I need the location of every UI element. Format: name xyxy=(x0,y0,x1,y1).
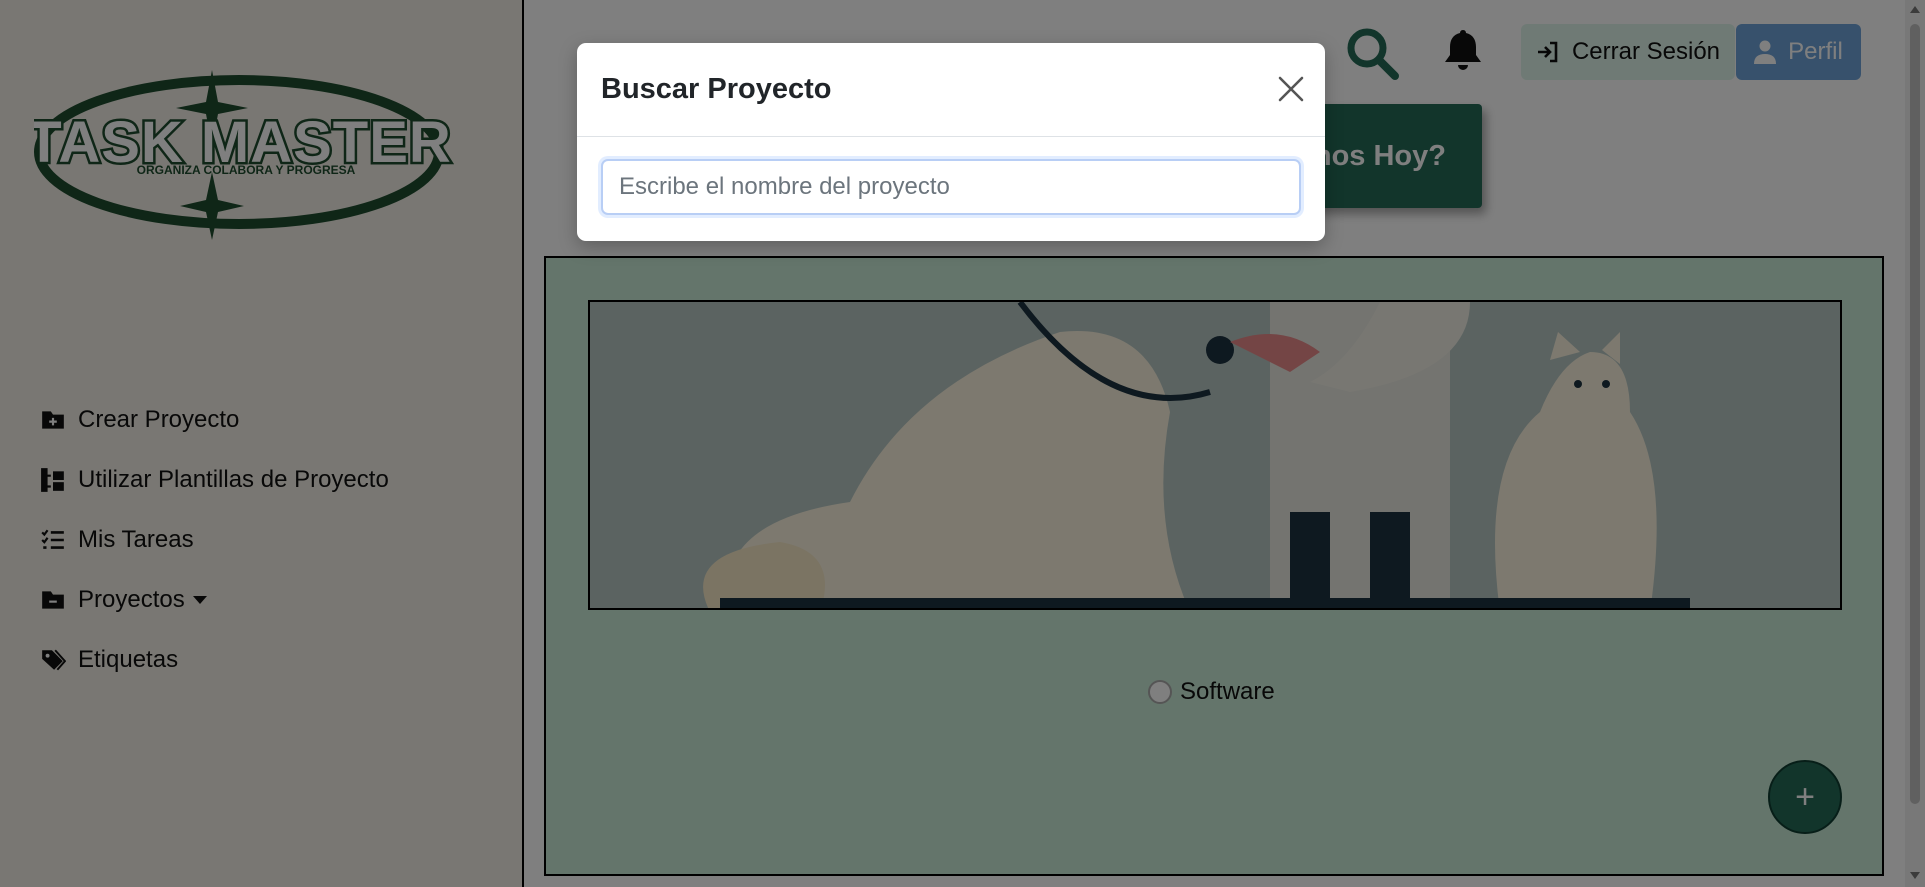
project-search-input[interactable] xyxy=(601,159,1301,215)
close-icon[interactable] xyxy=(1275,73,1307,105)
modal-body xyxy=(577,137,1325,215)
modal-title: Buscar Proyecto xyxy=(601,73,832,105)
search-project-modal: Buscar Proyecto xyxy=(577,43,1325,241)
modal-header: Buscar Proyecto xyxy=(577,43,1325,137)
